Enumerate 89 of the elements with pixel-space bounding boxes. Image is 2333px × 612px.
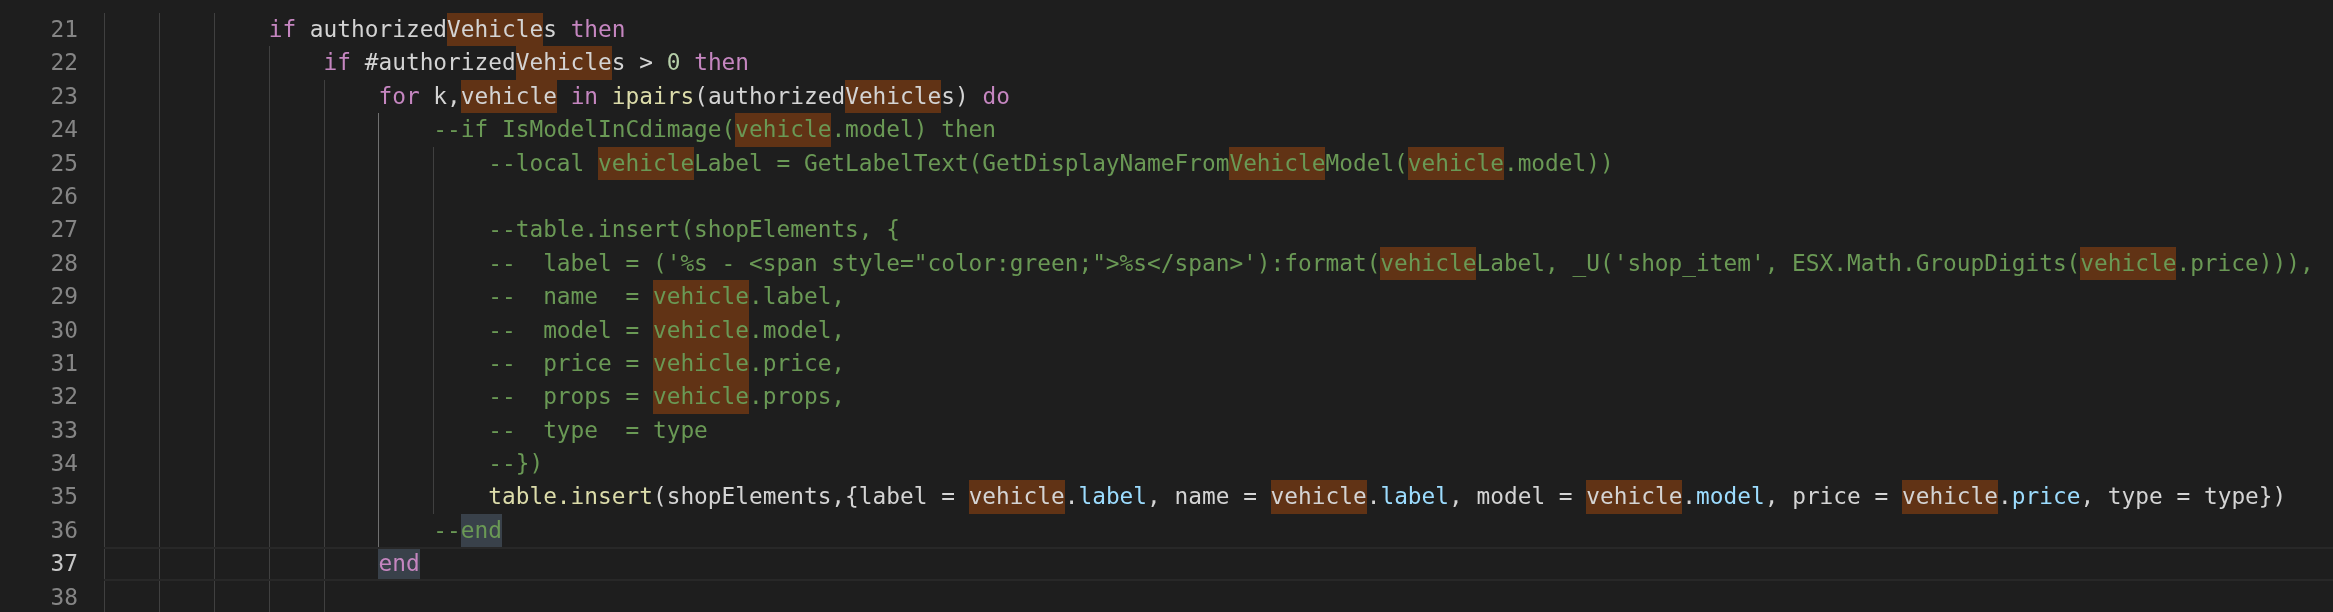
code-token: Vehicle xyxy=(845,79,942,114)
code-token: label xyxy=(1380,482,1450,512)
code-token: table.insert xyxy=(488,482,653,512)
code-token: --}) xyxy=(488,449,544,479)
line-number: 27 xyxy=(49,215,78,245)
code-token: Label = GetLabelText(GetDisplayNameFrom xyxy=(694,148,1230,178)
code-token: authorized xyxy=(308,15,448,44)
code-token: . xyxy=(1366,482,1381,512)
code-token: vehicle xyxy=(1380,246,1477,281)
code-token: --table.insert(shopElements, { xyxy=(488,215,900,245)
code-token: #authorized xyxy=(363,48,516,78)
line-number: 29 xyxy=(49,282,78,312)
code-token: end xyxy=(378,549,420,579)
code-token: , type = type}) xyxy=(2080,482,2287,512)
code-token: model xyxy=(1696,482,1765,512)
line-number: 21 xyxy=(49,15,78,44)
code-token: -- xyxy=(433,515,461,545)
code-token: vehicle xyxy=(968,480,1065,514)
code-token: .model)) xyxy=(1503,148,1614,178)
line-number: 38 xyxy=(49,582,78,612)
code-token: Model( xyxy=(1325,148,1408,178)
code-token: . xyxy=(1064,482,1079,512)
code-token: -- label = ('%s - <span style="color:green;">%s</span>'):format( xyxy=(488,248,1381,278)
code-token: vehicle xyxy=(652,280,749,314)
code-token: -- type = type xyxy=(488,415,708,445)
code-token: vehicle xyxy=(735,113,832,147)
code-token: . xyxy=(1998,482,2012,512)
code-token: -- price = xyxy=(488,348,641,378)
line-number: 33 xyxy=(49,415,78,445)
code-token: s > xyxy=(611,48,653,78)
code-token: s xyxy=(543,15,557,44)
code-token: .price, xyxy=(749,348,846,378)
code-token: -- model = xyxy=(488,315,641,345)
line-number: 31 xyxy=(49,348,78,378)
line-number: 26 xyxy=(49,181,78,211)
line-number: 34 xyxy=(49,449,78,479)
code-token: then xyxy=(569,15,626,44)
code-token: --local xyxy=(488,148,586,178)
code-token: -- name = xyxy=(488,282,641,312)
code-token: end xyxy=(460,513,502,548)
line-number: 30 xyxy=(49,315,78,345)
code-token: vehicle xyxy=(652,346,749,381)
code-token: , model = xyxy=(1449,482,1574,512)
code-token: vehicle xyxy=(1901,480,1999,514)
code-token: for xyxy=(378,81,420,111)
code-token: .label, xyxy=(749,282,846,312)
code-token: if xyxy=(268,15,297,44)
code-token: , name = xyxy=(1147,482,1258,512)
code-token: in xyxy=(569,81,599,111)
code-token: s) xyxy=(941,81,969,111)
code-token: Vehicle xyxy=(1229,146,1326,180)
code-token: -- props = xyxy=(488,382,641,412)
code-token: , price = xyxy=(1764,482,1890,512)
code-token: then xyxy=(693,48,750,78)
code-token: (authorized xyxy=(694,81,846,111)
line-number: 35 xyxy=(49,482,78,512)
line-number: 32 xyxy=(49,382,78,412)
code-token: Vehicle xyxy=(515,46,612,80)
line-number: 25 xyxy=(49,148,78,178)
code-token: if xyxy=(323,48,351,78)
code-token: .model, xyxy=(749,315,846,345)
code-token: price xyxy=(2011,482,2081,512)
code-token: vehicle xyxy=(1407,146,1504,180)
code-token: vehicle xyxy=(598,146,695,180)
line-number: 28 xyxy=(49,248,78,278)
code-token: do xyxy=(981,81,1010,111)
code-token: vehicle xyxy=(1586,480,1683,514)
code-token: 0 xyxy=(665,48,681,78)
line-number: 24 xyxy=(49,115,78,145)
line-number: 36 xyxy=(49,515,78,545)
code-token: --if IsModelInCdimage( xyxy=(433,115,736,145)
code-token: vehicle xyxy=(2080,246,2177,281)
code-token: .model) then xyxy=(831,115,997,145)
code-token: Vehicle xyxy=(447,13,544,47)
code-token: .props, xyxy=(749,382,846,412)
code-token: vehicle xyxy=(652,380,749,414)
code-token: vehicle xyxy=(1270,480,1367,514)
line-number: 22 xyxy=(49,48,78,78)
code-token: (shopElements,{label = xyxy=(652,482,956,512)
code-token: k, xyxy=(432,81,461,111)
line-number: 23 xyxy=(49,81,78,111)
code-token: . xyxy=(1682,482,1697,512)
code-token: ipairs xyxy=(610,81,695,111)
code-token: .price))), xyxy=(2176,248,2314,278)
code-token: label xyxy=(1078,482,1148,512)
code-token: vehicle xyxy=(652,313,749,347)
code-token: Label, _U('shop_item', ESX.Math.GroupDigits( xyxy=(1476,248,2081,279)
code-token: vehicle xyxy=(460,79,557,114)
line-number: 37 xyxy=(49,549,78,579)
